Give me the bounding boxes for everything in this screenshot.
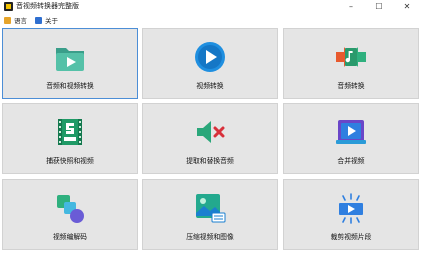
tile-label: 压缩视频和图像 <box>186 233 234 241</box>
tile-extract-replace-audio[interactable]: 提取和替换音频 <box>142 103 278 174</box>
trim-video-icon <box>339 193 363 224</box>
tile-label: 裁剪视频片段 <box>330 233 372 241</box>
compress-image-icon <box>196 194 226 223</box>
info-icon <box>35 16 42 24</box>
film-5min-icon <box>58 119 82 145</box>
tile-label: 提取和替换音频 <box>186 157 234 165</box>
menu-bar: 语言 关于 <box>0 14 421 26</box>
merge-video-icon <box>336 120 366 144</box>
window-title: 音视频转换器完整版 <box>16 2 79 10</box>
tile-label: 视频转换 <box>196 82 224 90</box>
menu-about[interactable]: 关于 <box>35 14 58 26</box>
language-icon <box>4 16 11 24</box>
tile-video-convert[interactable]: 视频转换 <box>142 28 278 99</box>
tile-audio-convert[interactable]: 音频转换 <box>283 28 419 99</box>
tile-trim-video[interactable]: 裁剪视频片段 <box>283 179 419 250</box>
tile-label: 音频和视频转换 <box>46 82 94 90</box>
menu-language-label: 语言 <box>14 17 27 25</box>
maximize-button[interactable]: ☐ <box>365 0 393 13</box>
tool-grid: 音频和视频转换 视频转换 音频转换 捕获快照和视频 提取和替换音频 合并视频 视… <box>2 28 419 251</box>
tile-merge-video[interactable]: 合并视频 <box>283 103 419 174</box>
app-icon <box>4 2 13 11</box>
menu-language[interactable]: 语言 <box>4 14 27 26</box>
title-bar: 音视频转换器完整版 – ☐ ✕ <box>0 0 421 13</box>
close-button[interactable]: ✕ <box>393 0 421 13</box>
speaker-mute-icon <box>197 121 225 143</box>
audio-convert-icon <box>336 47 366 67</box>
tile-label: 视频编解码 <box>53 233 87 241</box>
tile-label: 捕获快照和视频 <box>46 157 94 165</box>
tile-video-codec[interactable]: 视频编解码 <box>2 179 138 250</box>
minimize-button[interactable]: – <box>337 0 365 13</box>
tile-label: 合并视频 <box>337 157 365 165</box>
codec-shapes-icon <box>57 195 84 223</box>
tile-audio-video-convert[interactable]: 音频和视频转换 <box>2 28 138 99</box>
folder-video-icon <box>56 48 84 71</box>
play-circle-icon <box>195 42 225 72</box>
tile-label: 音频转换 <box>337 82 365 90</box>
tile-compress-video-image[interactable]: 压缩视频和图像 <box>142 179 278 250</box>
tile-capture-snapshot[interactable]: 捕获快照和视频 <box>2 103 138 174</box>
menu-about-label: 关于 <box>45 17 58 25</box>
